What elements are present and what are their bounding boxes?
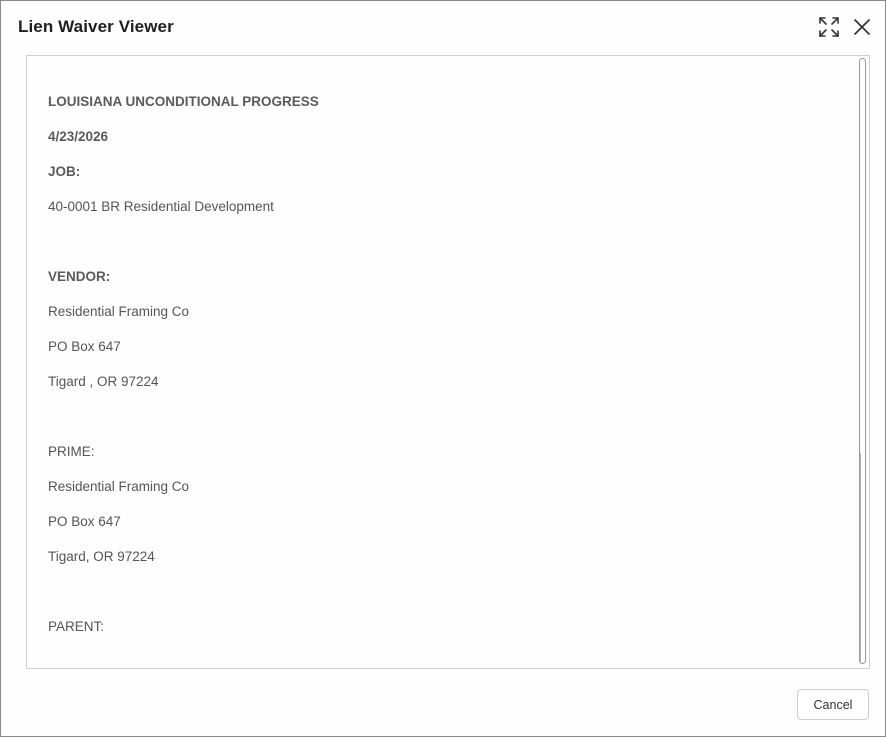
vendor-label: VENDOR: xyxy=(48,269,111,284)
lien-waiver-dialog: Lien Waiver Viewer LOUISIANA UNCONDITION… xyxy=(0,0,886,737)
scrollbar-thumb[interactable] xyxy=(860,453,865,663)
prime-address: PO Box 647 xyxy=(48,514,121,529)
cancel-button[interactable]: Cancel xyxy=(797,689,869,720)
dialog-title: Lien Waiver Viewer xyxy=(18,17,174,36)
vendor-city: Tigard , OR 97224 xyxy=(48,374,159,389)
prime-name: Residential Framing Co xyxy=(48,479,190,494)
parent-label: PARENT: xyxy=(48,619,105,634)
waiver-document-viewer[interactable]: LOUISIANA UNCONDITIONAL PROGRESS 4/23/20… xyxy=(26,55,870,669)
job-value: 40-0001 BR Residential Development xyxy=(48,199,274,214)
expand-icon[interactable] xyxy=(817,15,841,39)
document-date: 4/23/2026 xyxy=(48,129,109,144)
close-icon[interactable] xyxy=(850,15,874,39)
prime-city: Tigard, OR 97224 xyxy=(48,549,155,564)
vendor-address: PO Box 647 xyxy=(48,339,121,354)
prime-label: PRIME: xyxy=(48,444,95,459)
document-heading: LOUISIANA UNCONDITIONAL PROGRESS xyxy=(48,94,319,109)
document-scrollbar[interactable] xyxy=(859,58,866,664)
job-label: JOB: xyxy=(48,164,81,179)
vendor-name: Residential Framing Co xyxy=(48,304,190,319)
